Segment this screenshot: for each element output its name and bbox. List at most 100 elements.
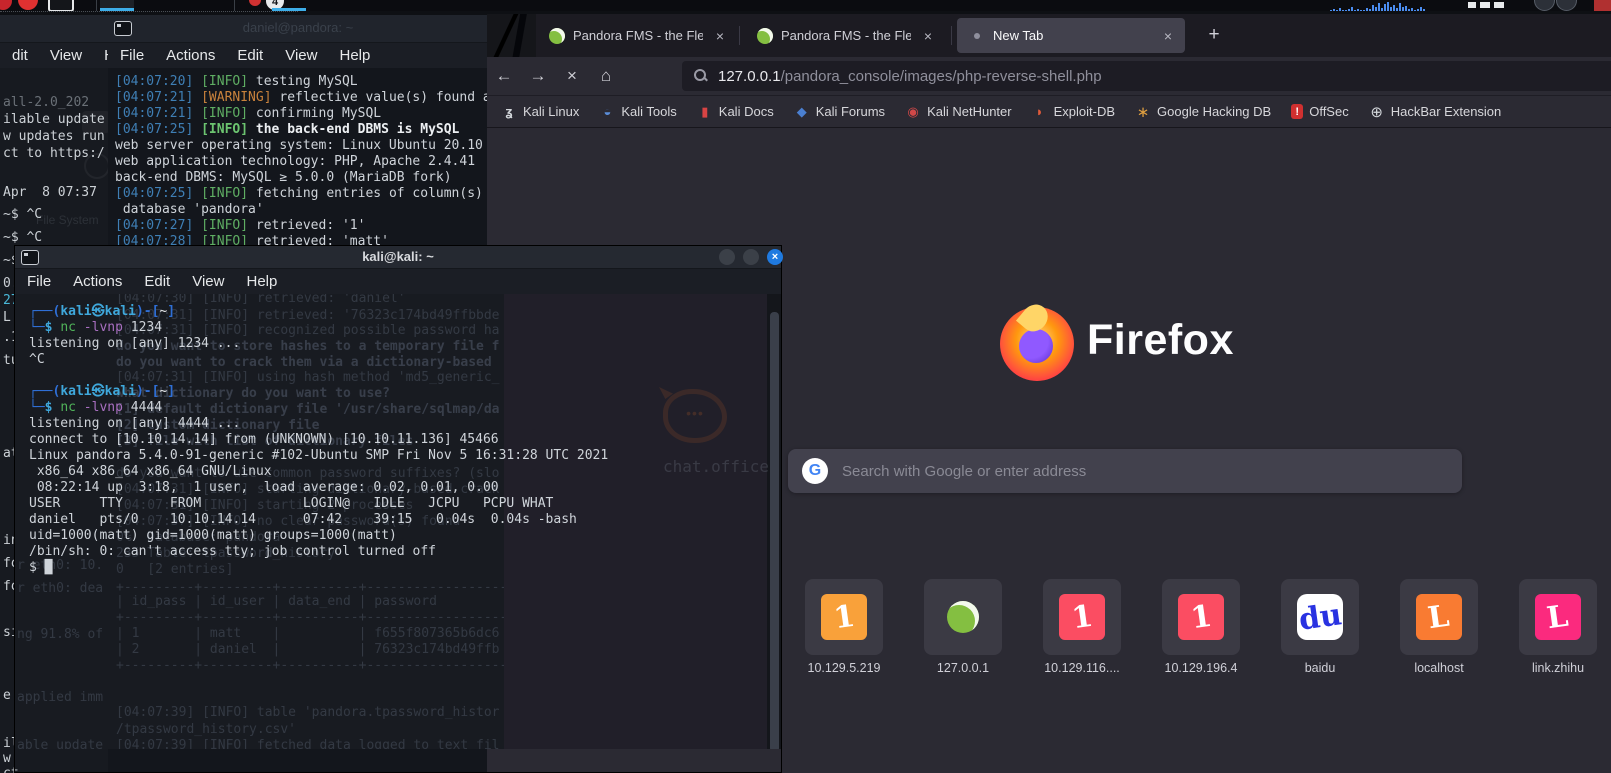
bookmark-exploit-db[interactable]: ◗Exploit-DB — [1032, 104, 1115, 120]
menu-item-actions[interactable]: Actions — [73, 273, 122, 290]
bookmark-hackbar[interactable]: ⊕HackBar Extension — [1369, 104, 1502, 120]
tab-close-icon[interactable]: × — [919, 28, 937, 44]
tab-new-tab[interactable]: New Tab× — [957, 18, 1185, 53]
icon-glyph: 1 — [1069, 598, 1095, 636]
scrollbar-thumb[interactable] — [770, 312, 779, 749]
panel-terminal-icon[interactable] — [48, 0, 74, 11]
minimize-button[interactable] — [719, 249, 735, 265]
terminal-line: back-end DBMS: MySQL ≥ 5.0.0 (MariaDB fo… — [115, 170, 488, 186]
text-segment: Linux pandora 5.4.0-91-generic #102-Ubun… — [29, 448, 608, 463]
menu-item-view[interactable]: View — [50, 47, 82, 64]
newtab-search-bar[interactable]: G — [788, 449, 1462, 493]
shortcut-label: 127.0.0.1 — [908, 661, 1018, 675]
graph-bar — [1378, 3, 1380, 11]
maximize-button[interactable] — [743, 249, 759, 265]
text-segment: testing MySQL — [256, 74, 358, 89]
bookmark-label: Kali Forums — [816, 104, 885, 119]
text-segment: [INFO] — [201, 106, 256, 121]
menu-item-edit[interactable]: Edit — [237, 47, 263, 64]
bookmark-kali-nethunter[interactable]: ◉Kali NetHunter — [905, 104, 1012, 120]
graph-bar — [1357, 9, 1359, 11]
kali-terminal-title: kali@kali: ~ — [15, 249, 781, 264]
menu-item-help[interactable]: Help — [339, 47, 370, 64]
bookmark-kali-linux[interactable]: ʓKali Linux — [501, 104, 579, 120]
back-button[interactable]: ← — [487, 66, 521, 86]
offsec-icon: ! — [1291, 104, 1303, 119]
bookmark-offsec[interactable]: !OffSec — [1291, 104, 1349, 119]
ghost-line: applied imm — [17, 690, 103, 705]
forward-button[interactable]: → — [521, 66, 555, 86]
bookmark-kali-docs[interactable]: ▮Kali Docs — [697, 104, 774, 120]
tab-pandora-fms-the-flexibl[interactable]: Pandora FMS - the Flexibl× — [537, 18, 737, 53]
firefox-navbar: ← → × ⌂ 127.0.0.1/pandora_console/images… — [487, 57, 1611, 96]
graph-bar — [1417, 9, 1419, 11]
text-segment: kali㉿kali — [60, 304, 136, 319]
bookmark-kali-tools[interactable]: ◒Kali Tools — [599, 104, 676, 120]
text-segment: kali㉿kali — [60, 384, 136, 399]
tab-close-icon[interactable]: × — [711, 28, 729, 44]
sqlmap-terminal-titlebar[interactable]: daniel@pandora: ~ — [108, 15, 488, 43]
terminal-line: connect to [10.10.14.14] from (UNKNOWN) … — [29, 432, 608, 448]
keyboard-indicator-icon — [1468, 2, 1504, 8]
graph-bar — [1375, 7, 1377, 11]
menu-item-file[interactable]: File — [120, 47, 144, 64]
panel-browser-icon[interactable] — [18, 0, 38, 10]
terminal-line: web application technology: PHP, Apache … — [115, 154, 488, 170]
menu-item-help[interactable]: Help — [246, 273, 277, 290]
desktop-selection-line — [0, 11, 298, 12]
text-segment: retrieved: '1' — [256, 218, 366, 233]
stop-button[interactable]: × — [555, 66, 589, 86]
shortcut-tile[interactable]: 1 — [805, 579, 883, 655]
shortcut-tile[interactable]: 1 — [1162, 579, 1240, 655]
graph-bar — [1396, 8, 1398, 11]
graph-bar — [1423, 9, 1425, 11]
text-segment: back-end DBMS: MySQL ≥ 5.0.0 (MariaDB fo… — [115, 170, 452, 185]
panel-notification-icon[interactable] — [249, 0, 261, 6]
kali-docs-icon: ▮ — [697, 104, 713, 120]
kali-terminal-titlebar[interactable]: kali@kali: ~ × — [15, 246, 781, 269]
text-segment: [WARNING] — [201, 90, 279, 105]
text-segment: [04:07:21] — [115, 90, 201, 105]
bookmark-kali-forums[interactable]: ◆Kali Forums — [794, 104, 885, 120]
shortcut-tile[interactable] — [924, 579, 1002, 655]
shortcut-tile[interactable]: L — [1400, 579, 1478, 655]
shortcut-tile[interactable]: du — [1281, 579, 1359, 655]
menu-item-view[interactable]: View — [285, 47, 317, 64]
terminal-line: ~$ ^C — [3, 207, 42, 222]
panel-tray-icon[interactable] — [1556, 0, 1577, 11]
panel-active-task[interactable] — [100, 0, 134, 8]
close-button[interactable]: × — [767, 249, 783, 265]
menu-item-dit[interactable]: dit — [12, 47, 28, 64]
text-segment: ┌──( — [29, 304, 60, 319]
terminal-line: [04:07:21] [WARNING] reflective value(s)… — [115, 90, 488, 106]
home-button[interactable]: ⌂ — [589, 66, 623, 86]
sqlmap-terminal-title: daniel@pandora: ~ — [108, 20, 488, 35]
tab-close-icon[interactable]: × — [1159, 28, 1177, 44]
shortcut-tile[interactable]: 1 — [1043, 579, 1121, 655]
menu-item-edit[interactable]: Edit — [144, 273, 170, 290]
ghost-line: r eth0: dea — [17, 581, 103, 596]
panel-app-icon[interactable] — [0, 0, 12, 10]
network-monitor-graph — [1330, 0, 1442, 11]
url-bar[interactable]: 127.0.0.1/pandora_console/images/php-rev… — [682, 61, 1611, 91]
bookmark-ghdb[interactable]: ∗Google Hacking DB — [1135, 104, 1271, 120]
search-input[interactable] — [840, 462, 1462, 481]
ghost-line: [04:07:39] [INFO] table 'pandora.tpasswo… — [116, 705, 500, 720]
graph-bar — [1387, 2, 1389, 11]
text-segment: ] — [167, 304, 175, 319]
menu-item-view[interactable]: View — [192, 273, 224, 290]
ghost-line: +---------+---------+----------+--------… — [116, 658, 504, 673]
bookmark-label: HackBar Extension — [1391, 104, 1502, 119]
menu-item-file[interactable]: File — [27, 273, 51, 290]
tab-pandora-fms-the-flexibl[interactable]: Pandora FMS - the Flexibl× — [745, 18, 945, 53]
terminal-scrollbar[interactable] — [767, 294, 781, 749]
left-terminal-titlebar[interactable] — [0, 15, 108, 43]
text-segment: [INFO] — [201, 122, 256, 137]
text-segment: nc — [60, 400, 76, 415]
firefox-wordmark: Firefox — [1087, 316, 1234, 365]
menu-item-actions[interactable]: Actions — [166, 47, 215, 64]
shortcut-label: 10.129.5.219 — [789, 661, 899, 675]
panel-tray-icon[interactable] — [1534, 0, 1555, 11]
new-tab-button[interactable]: + — [1202, 24, 1226, 46]
shortcut-tile[interactable]: L — [1519, 579, 1597, 655]
